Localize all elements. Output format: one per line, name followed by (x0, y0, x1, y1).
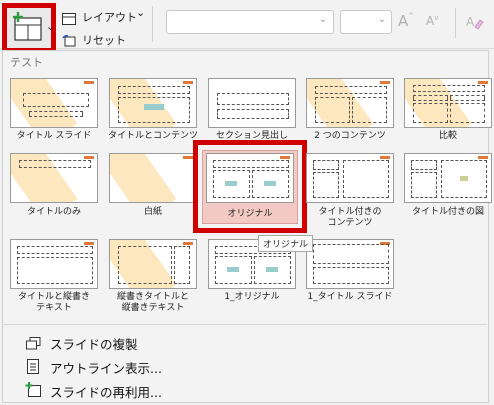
layout-label-picture-with-caption: タイトル付きの図 (411, 207, 484, 217)
layout-label-title-vertical-text: タイトルと縦書き テキスト (17, 292, 90, 313)
font-shrink-label: A (426, 14, 435, 28)
chevron-down-icon: ⌄ (318, 14, 327, 25)
layout-label-title-slide: タイトル スライド (16, 131, 92, 141)
reuse-slides-label: スライドの再利用... (50, 385, 162, 400)
layout-label-vertical-title-text: 縦書きタイトルと 縦書きテキスト (116, 292, 189, 313)
reuse-slides-icon (25, 382, 41, 397)
layout-label-blank: 白紙 (143, 207, 162, 217)
reset-label: リセット (82, 34, 126, 47)
layout-thumb-comparison[interactable] (404, 78, 492, 128)
caret-down-icon: v (434, 14, 439, 22)
layout-thumb-blank[interactable] (109, 153, 197, 203)
section-title: テスト (10, 56, 43, 69)
layout-thumb-original[interactable] (206, 153, 294, 203)
layout-thumb-two-content[interactable] (306, 78, 394, 128)
clear-formatting-icon[interactable]: A (466, 14, 484, 34)
layout-label-two-content: 2 つのコンテンツ (314, 131, 386, 141)
outline-document-icon (27, 359, 41, 374)
reset-icon (62, 32, 76, 51)
font-grow-label: A (398, 12, 409, 30)
duplicate-slide-icon (26, 336, 41, 350)
duplicate-slide-label: スライドの複製 (50, 337, 138, 352)
toolbar-separator (455, 8, 456, 38)
layout-thumb-picture-with-caption[interactable] (404, 153, 492, 203)
layout-label: レイアウト (82, 11, 137, 24)
chevron-down-icon: ⌄ (46, 20, 56, 33)
reset-button[interactable]: リセット (62, 32, 132, 47)
font-size-combobox[interactable]: ⌄ (340, 10, 392, 34)
duplicate-slide-menu-item[interactable]: スライドの複製 (22, 334, 222, 352)
new-slide-layout-icon (11, 12, 45, 42)
layout-thumb-title-slide[interactable] (10, 78, 98, 128)
layout-thumb-title-content[interactable] (109, 78, 197, 128)
layout-thumb-1-title-slide[interactable] (306, 239, 394, 289)
font-grow-button[interactable]: A^ (398, 12, 418, 32)
layout-tooltip: オリジナル (258, 235, 314, 252)
layout-thumb-title-only[interactable] (10, 153, 98, 203)
outline-view-menu-item[interactable]: アウトライン表示... (22, 358, 222, 376)
layout-thumb-title-vertical-text[interactable] (10, 239, 98, 289)
font-name-combobox[interactable]: ⌄ (166, 10, 334, 34)
caret-up-icon: ^ (408, 12, 415, 20)
layout-label-content-with-caption: タイトル付きの コンテンツ (318, 207, 382, 228)
layout-icon (62, 10, 76, 29)
layout-label-comparison: 比較 (438, 131, 457, 141)
outline-view-label: アウトライン表示... (50, 361, 162, 376)
chevron-down-icon: ⌄ (377, 14, 386, 25)
svg-text:A: A (466, 15, 475, 29)
layout-label-original: オリジナル (227, 209, 273, 219)
layout-label-title-content: タイトルとコンテンツ (107, 131, 198, 141)
layout-button[interactable]: レイアウト ⌄ (62, 6, 146, 25)
layout-label-1-title-slide: 1_タイトル スライド (307, 292, 393, 302)
font-shrink-button[interactable]: Av (426, 14, 446, 34)
layout-chevron-icon: ⌄ (136, 6, 146, 19)
layout-label-1-original: 1_オリジナル (224, 292, 280, 302)
layout-label-title-only: タイトルのみ (26, 207, 81, 217)
menu-divider (4, 324, 487, 325)
layout-thumb-section-header[interactable] (208, 78, 296, 128)
layout-thumb-content-with-caption[interactable] (306, 153, 394, 203)
reuse-slides-menu-item[interactable]: スライドの再利用... (22, 382, 222, 400)
layout-thumb-vertical-title-text[interactable] (109, 239, 197, 289)
toolbar-separator (152, 6, 153, 42)
new-slide-button[interactable]: ⌄ (2, 3, 56, 53)
